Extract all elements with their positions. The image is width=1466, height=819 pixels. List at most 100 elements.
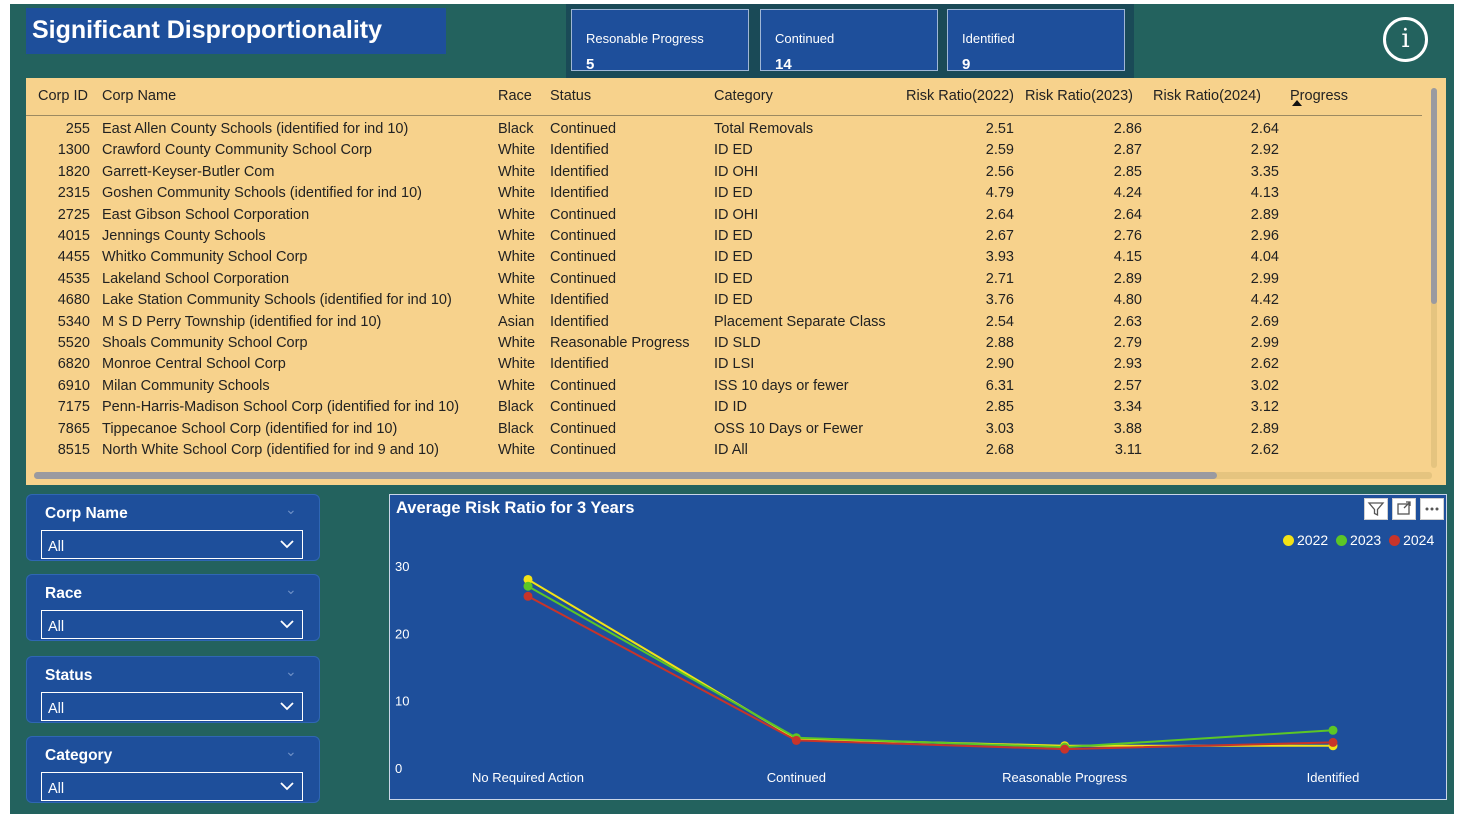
cell-risk-ratio-2023: 2.57 — [1113, 377, 1142, 394]
cell-status: Continued — [550, 399, 617, 416]
table-row[interactable]: 5520 Shoals Community School Corp White Rea… — [26, 334, 1422, 355]
data-point-2023[interactable] — [1328, 725, 1338, 735]
cell-risk-ratio-2022: 2.51 — [985, 121, 1014, 137]
y-tick-label: 0 — [395, 761, 402, 776]
cell-status: Identified — [550, 292, 609, 309]
cell-category: ID OHI — [714, 163, 759, 180]
info-icon[interactable]: i — [1383, 17, 1428, 62]
data-point-2024[interactable] — [1328, 737, 1338, 747]
collapse-chevron-icon[interactable]: ⌄ — [285, 581, 297, 598]
cell-category: ID All — [714, 442, 748, 458]
cell-category: ID ED — [714, 142, 753, 159]
kpi-label: Resonable Progress — [586, 31, 704, 46]
kpi-value: 14 — [775, 56, 792, 73]
column-header-category[interactable]: Category — [714, 88, 773, 104]
line-chart-plot: 0 10 20 30 No Required Action Continued Reason… — [395, 559, 1359, 785]
kpi-card-identified[interactable]: Identified 9 — [947, 9, 1125, 73]
table-row[interactable]: 1300 Crawford County Community School Cor… — [26, 141, 1422, 162]
column-header-race[interactable]: Race — [498, 88, 532, 104]
cell-corp-name: Lake Station Community Schools (identifi… — [102, 292, 452, 309]
slicer-category: Category ⌄ All — [26, 736, 320, 803]
cell-category: ISS 10 days or fewer — [714, 377, 849, 394]
cell-risk-ratio-2024: 2.96 — [1250, 228, 1279, 244]
table-row[interactable]: 7175 Penn-Harris-Madison School Corp (ide… — [26, 398, 1422, 419]
column-header-corp-name[interactable]: Corp Name — [102, 88, 176, 104]
series-line-2024[interactable] — [527, 595, 1334, 751]
table-row[interactable]: 4535 Lakeland School Corporation White Cont… — [26, 270, 1422, 291]
cell-corp-name: Whitko Community School Corp — [102, 249, 308, 266]
table-row[interactable]: 4680 Lake Station Community Schools (iden… — [26, 291, 1422, 312]
cell-corp-name: Shoals Community School Corp — [102, 335, 308, 351]
table-row[interactable]: 5340 M S D Perry Township (identified for… — [26, 313, 1422, 334]
cell-category: OSS 10 Days or Fewer — [714, 420, 864, 437]
horizontal-scrollbar-thumb[interactable] — [34, 472, 1217, 479]
status-dropdown[interactable]: All — [41, 692, 303, 721]
column-header-status[interactable]: Status — [550, 88, 591, 104]
cell-risk-ratio-2023: 2.79 — [1113, 335, 1142, 351]
cell-race: White — [498, 356, 536, 373]
race-dropdown[interactable]: All — [41, 610, 303, 639]
cell-risk-ratio-2023: 2.86 — [1113, 121, 1142, 137]
cell-risk-ratio-2023: 3.11 — [1114, 442, 1142, 458]
corp-name-dropdown[interactable]: All — [41, 530, 303, 559]
cell-risk-ratio-2024: 2.89 — [1250, 420, 1279, 437]
line-chart-panel: Average Risk Ratio for 3 Years 2022 2023… — [389, 494, 1447, 800]
table-row[interactable]: 6820 Monroe Central School Corp White Ident… — [26, 355, 1422, 376]
cell-corp-id: 4680 — [57, 292, 90, 309]
table-row[interactable]: 7865 Tippecanoe School Corp (identified f… — [26, 420, 1422, 441]
column-header-risk-ratio-2024[interactable]: Risk Ratio(2024) — [1153, 88, 1261, 104]
kpi-group: Resonable Progress 5 Continued 14 Identi… — [566, 4, 1134, 78]
cell-risk-ratio-2024: 2.64 — [1250, 121, 1279, 137]
table-row[interactable]: 2725 East Gibson School Corporation White C… — [26, 206, 1422, 227]
cell-category: ID SLD — [714, 335, 761, 351]
collapse-chevron-icon[interactable]: ⌄ — [285, 663, 297, 680]
cell-race: White — [498, 442, 536, 458]
cell-race: White — [498, 270, 536, 287]
cell-risk-ratio-2022: 2.67 — [985, 228, 1014, 244]
column-header-corp-id[interactable]: Corp ID — [38, 88, 88, 104]
cell-status: Continued — [550, 249, 617, 266]
table-row[interactable]: 6910 Milan Community Schools White Continue… — [26, 377, 1422, 398]
cell-corp-id: 7175 — [57, 399, 90, 416]
table-row[interactable]: 4015 Jennings County Schools White Continue… — [26, 227, 1422, 248]
vertical-scrollbar-thumb[interactable] — [1431, 88, 1437, 304]
column-header-risk-ratio-2023[interactable]: Risk Ratio(2023) — [1025, 88, 1133, 104]
kpi-card-reasonable-progress[interactable]: Resonable Progress 5 — [571, 9, 749, 73]
data-point-2023[interactable] — [523, 581, 533, 591]
cell-risk-ratio-2022: 2.54 — [985, 313, 1014, 330]
collapse-chevron-icon[interactable]: ⌄ — [285, 743, 297, 760]
category-dropdown[interactable]: All — [41, 772, 303, 801]
table-row[interactable]: 4455 Whitko Community School Corp White Con… — [26, 248, 1422, 269]
cell-race: White — [498, 163, 536, 180]
kpi-card-continued[interactable]: Continued 14 — [760, 9, 938, 73]
cell-corp-name: Monroe Central School Corp — [102, 356, 286, 373]
cell-status: Identified — [550, 356, 609, 373]
cell-corp-name: M S D Perry Township (identified for ind… — [102, 313, 382, 330]
cell-risk-ratio-2023: 2.87 — [1113, 142, 1142, 159]
cell-risk-ratio-2023: 4.15 — [1113, 249, 1142, 266]
table-row[interactable]: 8515 North White School Corp (identified … — [26, 441, 1422, 462]
column-header-risk-ratio-2022[interactable]: Risk Ratio(2022) — [906, 88, 1014, 104]
cell-race: Asian — [498, 313, 535, 330]
table-row[interactable]: 1820 Garrett-Keyser-Butler Com White Identi… — [26, 163, 1422, 184]
table-row[interactable]: 2315 Goshen Community Schools (identified… — [26, 184, 1422, 205]
data-point-2024[interactable] — [523, 591, 533, 601]
cell-status: Identified — [550, 313, 609, 330]
cell-risk-ratio-2024: 4.13 — [1250, 185, 1279, 202]
cell-category: Total Removals — [714, 121, 814, 137]
table-row[interactable]: 255 East Allen County Schools (identified… — [26, 120, 1422, 141]
collapse-chevron-icon[interactable]: ⌄ — [285, 501, 297, 518]
table-header: Corp ID Corp Name Race Status Category R… — [26, 78, 1422, 116]
data-point-2024[interactable] — [791, 735, 801, 745]
cell-corp-id: 7865 — [57, 420, 90, 437]
chevron-down-icon — [280, 782, 294, 791]
cell-risk-ratio-2024: 3.02 — [1250, 377, 1279, 394]
cell-risk-ratio-2023: 2.76 — [1113, 228, 1142, 244]
cell-category: ID LSI — [714, 356, 755, 373]
cell-race: White — [498, 206, 536, 223]
series-line-2023[interactable] — [527, 585, 1334, 749]
cell-risk-ratio-2022: 6.31 — [985, 377, 1014, 394]
cell-corp-id: 8515 — [57, 442, 90, 458]
data-point-2024[interactable] — [1060, 744, 1070, 754]
series-line-2022[interactable] — [527, 578, 1333, 747]
